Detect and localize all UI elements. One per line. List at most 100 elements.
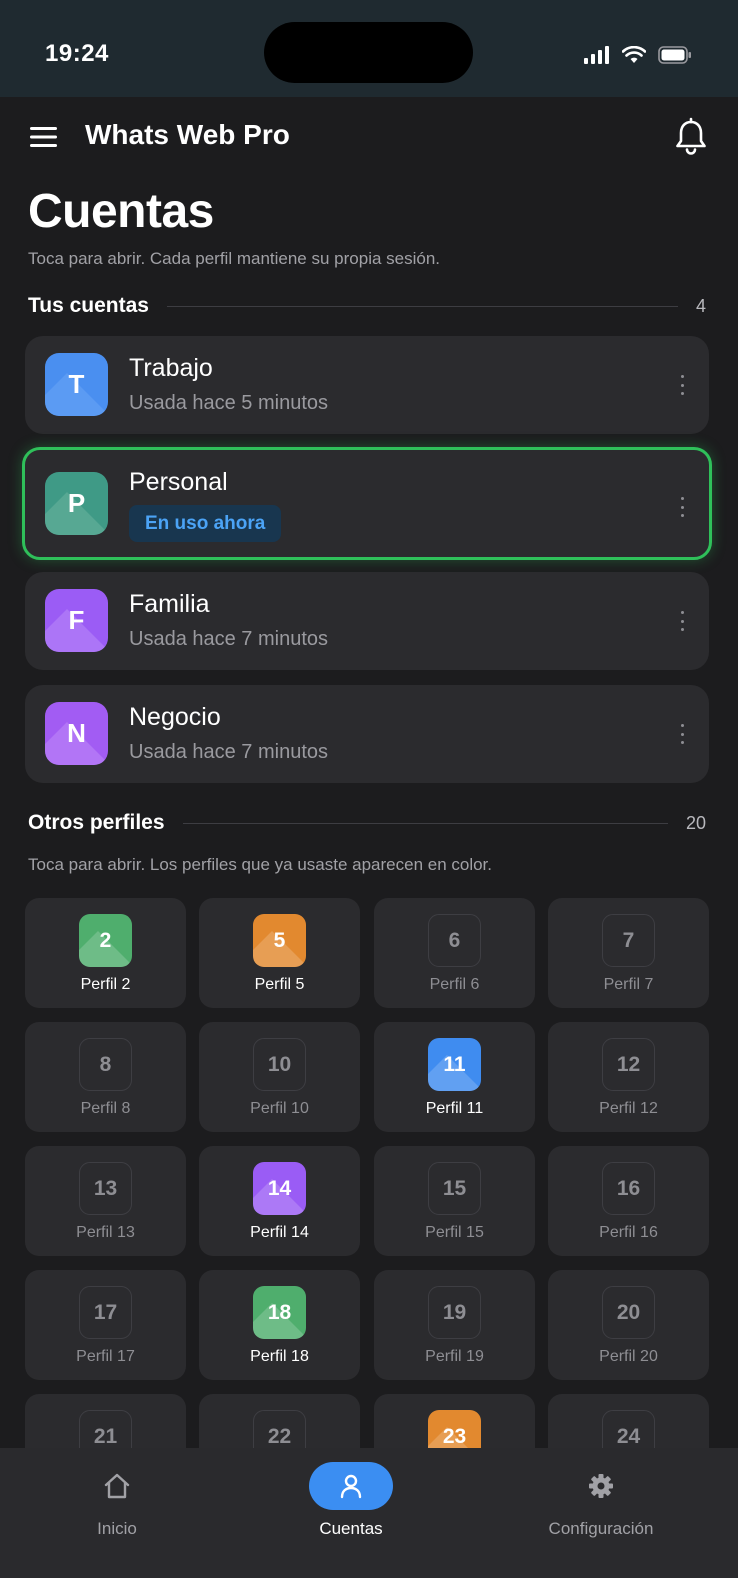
- nav-item-cuentas[interactable]: Cuentas: [309, 1448, 393, 1558]
- divider: [166, 305, 678, 307]
- divider: [182, 822, 668, 824]
- more-options-button[interactable]: [675, 494, 689, 520]
- avatar-letter: F: [68, 605, 85, 635]
- profile-label: Perfil 13: [76, 1224, 135, 1241]
- status-bar: 19:24: [0, 0, 738, 97]
- app-header: Whats Web Pro: [0, 97, 738, 179]
- profile-label: Perfil 11: [425, 1100, 484, 1117]
- account-card-familia[interactable]: F Familia Usada hace 7 minutos: [25, 572, 709, 670]
- avatar: P: [45, 472, 108, 535]
- others-section-title: Otros perfiles: [28, 811, 165, 834]
- nav-label: Inicio: [97, 1519, 137, 1538]
- nav-label: Cuentas: [319, 1519, 383, 1538]
- profile-badge: 7: [602, 914, 655, 967]
- more-options-button[interactable]: [675, 608, 689, 634]
- more-dot-icon: [680, 628, 684, 631]
- profile-label: Perfil 12: [599, 1100, 658, 1117]
- profile-tile[interactable]: 13 Perfil 13: [25, 1146, 186, 1256]
- more-dot-icon: [680, 514, 684, 517]
- more-options-button[interactable]: [675, 721, 689, 747]
- profile-badge: 14: [253, 1162, 306, 1215]
- account-name: Personal: [129, 468, 228, 496]
- profile-badge: 18: [253, 1286, 306, 1339]
- status-icons: [584, 44, 692, 66]
- profile-number: 22: [267, 1424, 292, 1448]
- account-last-used: Usada hace 7 minutos: [129, 741, 329, 763]
- profile-number: 15: [442, 1176, 467, 1200]
- avatar: T: [45, 353, 108, 416]
- profile-label: Perfil 6: [429, 976, 480, 993]
- home-icon: [104, 1473, 130, 1499]
- profile-number: 17: [93, 1300, 118, 1324]
- dynamic-island: [264, 22, 473, 83]
- profile-tile[interactable]: 14 Perfil 14: [199, 1146, 360, 1256]
- avatar-letter: N: [67, 718, 86, 748]
- profile-tile[interactable]: 5 Perfil 5: [199, 898, 360, 1008]
- profile-badge: 2: [79, 914, 132, 967]
- profile-label: Perfil 17: [76, 1348, 135, 1365]
- profile-badge: 6: [428, 914, 481, 967]
- in-use-badge: En uso ahora: [129, 505, 282, 542]
- profile-tile[interactable]: 8 Perfil 8: [25, 1022, 186, 1132]
- profile-badge: 15: [428, 1162, 481, 1215]
- profile-tile[interactable]: 16 Perfil 16: [548, 1146, 709, 1256]
- more-dot-icon: [680, 497, 684, 500]
- person-icon: [340, 1474, 362, 1499]
- profile-tile[interactable]: 2 Perfil 2: [25, 898, 186, 1008]
- gear-icon: [589, 1474, 613, 1498]
- app-title: Whats Web Pro: [85, 119, 290, 150]
- more-dot-icon: [680, 724, 684, 727]
- profile-number: 18: [267, 1300, 292, 1324]
- profile-number: 23: [442, 1424, 467, 1448]
- profile-tile[interactable]: 12 Perfil 12: [548, 1022, 709, 1132]
- nav-item-configuracion[interactable]: Configuración: [538, 1448, 664, 1558]
- others-section-header: Otros perfiles 20: [28, 809, 706, 837]
- profile-number: 5: [273, 928, 286, 952]
- profile-number: 2: [99, 928, 112, 952]
- notifications-button[interactable]: [672, 117, 710, 157]
- profile-label: Perfil 19: [425, 1348, 484, 1365]
- account-name: Trabajo: [129, 354, 213, 382]
- profile-tile[interactable]: 10 Perfil 10: [199, 1022, 360, 1132]
- bottom-nav: Inicio Cuentas Configuración: [0, 1448, 738, 1578]
- profile-number: 12: [616, 1052, 641, 1076]
- profile-number: 21: [93, 1424, 118, 1448]
- profile-number: 13: [93, 1176, 118, 1200]
- nav-icon-container: [75, 1462, 159, 1510]
- profile-badge: 10: [253, 1038, 306, 1091]
- profile-label: Perfil 18: [250, 1348, 309, 1365]
- account-card-personal[interactable]: P Personal En uso ahora: [22, 447, 712, 560]
- profile-badge: 8: [79, 1038, 132, 1091]
- profile-tile[interactable]: 19 Perfil 19: [374, 1270, 535, 1380]
- profile-label: Perfil 20: [599, 1348, 658, 1365]
- profile-badge: 12: [602, 1038, 655, 1091]
- profile-tile[interactable]: 18 Perfil 18: [199, 1270, 360, 1380]
- avatar-letter: P: [67, 488, 86, 518]
- more-options-button[interactable]: [675, 372, 689, 398]
- profile-label: Perfil 7: [603, 976, 654, 993]
- profile-badge: 20: [602, 1286, 655, 1339]
- more-dot-icon: [680, 741, 684, 744]
- battery-icon: [658, 46, 691, 64]
- profile-tile[interactable]: 11 Perfil 11: [374, 1022, 535, 1132]
- profile-tile[interactable]: 6 Perfil 6: [374, 898, 535, 1008]
- profile-tile[interactable]: 7 Perfil 7: [548, 898, 709, 1008]
- account-card-trabajo[interactable]: T Trabajo Usada hace 5 minutos: [25, 336, 709, 434]
- profile-label: Perfil 15: [425, 1224, 484, 1241]
- profile-number: 16: [616, 1176, 641, 1200]
- avatar: N: [45, 702, 108, 765]
- others-subtitle: Toca para abrir. Los perfiles que ya usa…: [28, 855, 493, 874]
- profile-tile[interactable]: 15 Perfil 15: [374, 1146, 535, 1256]
- accounts-section-title: Tus cuentas: [28, 294, 149, 317]
- account-card-negocio[interactable]: N Negocio Usada hace 7 minutos: [25, 685, 709, 783]
- profile-label: Perfil 16: [599, 1224, 658, 1241]
- nav-item-inicio[interactable]: Inicio: [75, 1448, 159, 1558]
- menu-button[interactable]: [28, 122, 60, 152]
- page-title: Cuentas: [28, 185, 214, 238]
- profile-tile[interactable]: 20 Perfil 20: [548, 1270, 709, 1380]
- profile-label: Perfil 8: [80, 1100, 131, 1117]
- hamburger-icon: [30, 127, 57, 147]
- profile-tile[interactable]: 17 Perfil 17: [25, 1270, 186, 1380]
- profile-badge: 16: [602, 1162, 655, 1215]
- profile-label: Perfil 10: [250, 1100, 309, 1117]
